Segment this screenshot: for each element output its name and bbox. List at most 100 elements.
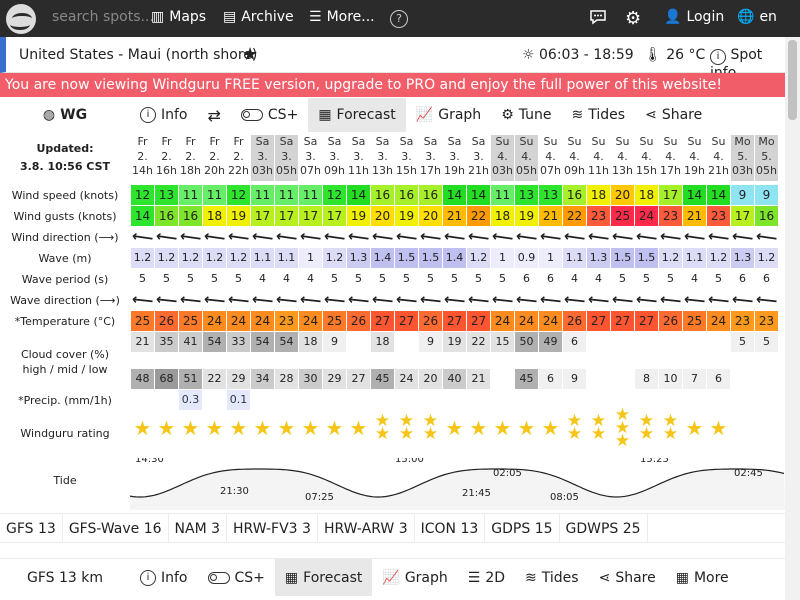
wind-direction-arrow-icon: ⟵ xyxy=(322,226,347,248)
forecast-column-header: Sa 3. 15h xyxy=(396,135,417,177)
cloud-mid-cell: 22 xyxy=(467,332,490,352)
forecast-column-header: Su 4. 07h xyxy=(540,135,561,177)
toggle-icon xyxy=(240,109,263,121)
cloud-mid-cell xyxy=(659,332,682,352)
tab-info[interactable]: i Info xyxy=(130,98,198,132)
model-option[interactable]: NAM 3 xyxy=(169,514,228,542)
wave-height-cell: 1 xyxy=(491,248,514,268)
favorite-star-icon[interactable]: ★ xyxy=(242,44,258,65)
cloud-low-cell: 48 xyxy=(131,369,154,389)
tab2-share[interactable]: ⋖ Share xyxy=(589,559,666,596)
chat-icon[interactable] xyxy=(589,9,607,25)
wind-speed-cell: 14 xyxy=(443,185,466,205)
nav-archive[interactable]: ▤ Archive xyxy=(223,9,294,25)
cloud-low-cell: 29 xyxy=(227,369,250,389)
swap-icon: ⇄ xyxy=(207,105,221,125)
cloud-low-cell: 8 xyxy=(635,369,658,389)
temperature-cell: 27 xyxy=(395,311,418,331)
model-option[interactable]: GFS 13 xyxy=(0,514,63,542)
forecast-tabs: ◍ WG i Info ⇄ CS+ ▦ Forecast 📈 Graph ⚙ T… xyxy=(0,98,785,132)
wave-period-cell: 5 xyxy=(379,272,386,285)
model-option[interactable]: GDPS 15 xyxy=(485,514,560,542)
tab-info-label: Info xyxy=(161,107,188,123)
tab-tune-label: Tune xyxy=(518,107,552,123)
nav-maps[interactable]: ▥ Maps xyxy=(151,9,206,25)
language-selector[interactable]: 🌐 en xyxy=(737,9,777,25)
wave-period-cell: 4 xyxy=(595,272,602,285)
tab2-tides[interactable]: ≋ Tides xyxy=(515,559,589,596)
table-icon: ▦ xyxy=(318,107,332,123)
scrollbar-thumb[interactable] xyxy=(788,40,797,120)
upgrade-banner[interactable]: You are now viewing Windguru FREE versio… xyxy=(0,73,785,97)
precip-cell xyxy=(275,390,298,410)
tab-graph[interactable]: 📈 Graph xyxy=(406,98,491,132)
info-icon: i xyxy=(710,49,726,65)
wind-gusts-cell: 24 xyxy=(635,206,658,226)
forecast-column-header: Su 4. 05h xyxy=(515,135,538,181)
rating-star-icon: ★ xyxy=(374,424,391,444)
spot-header: United States - Maui (north shore) ★ ☼ 0… xyxy=(0,37,785,81)
rating-star-icon: ★ xyxy=(662,424,679,444)
tab-model-name-label: GFS 13 km xyxy=(26,569,103,586)
help-icon[interactable]: ? xyxy=(390,10,408,28)
wave-direction-arrow-icon: ⟵ xyxy=(490,289,515,311)
row-label-wind-speed: Wind speed (knots) xyxy=(11,189,119,202)
rating-star-icon: ★ xyxy=(541,416,560,440)
wg-logo-icon: ◍ xyxy=(42,107,56,123)
tab-swap[interactable]: ⇄ xyxy=(198,98,231,132)
tab-cs-plus[interactable]: CS+ xyxy=(231,98,308,132)
precip-cell xyxy=(755,390,778,410)
tides-icon: ≋ xyxy=(571,107,584,123)
tab2-2d[interactable]: ☰ 2D xyxy=(458,559,515,596)
tab2-more[interactable]: ▦ More xyxy=(666,559,739,596)
rating-star-icon: ★ xyxy=(229,416,248,440)
gear-icon[interactable]: ⚙ xyxy=(625,8,641,29)
tide-time-label: 02:45 xyxy=(734,468,763,479)
tab-tides[interactable]: ≋ Tides xyxy=(562,98,636,132)
wind-direction-arrow-icon: ⟵ xyxy=(610,226,635,248)
forecast-column-header: Mo 5. 03h xyxy=(731,135,754,181)
wind-direction-arrow-icon: ⟵ xyxy=(202,226,227,248)
nav-more[interactable]: ☰ More... xyxy=(309,9,375,25)
model-option[interactable]: GFS-Wave 16 xyxy=(63,514,169,542)
scrollbar[interactable] xyxy=(785,37,800,600)
tab-tune[interactable]: ⚙ Tune xyxy=(491,98,561,132)
tab2-graph[interactable]: 📈 Graph xyxy=(372,559,457,596)
rating-star-icon: ★ xyxy=(422,424,439,444)
wind-gusts-cell: 20 xyxy=(371,206,394,226)
forecast-column-header: Su 4. 17h xyxy=(660,135,681,177)
login-button[interactable]: 👤 Login xyxy=(664,9,724,25)
windguru-logo-icon[interactable] xyxy=(6,4,36,34)
tab-forecast[interactable]: ▦ Forecast xyxy=(308,98,406,132)
model-option[interactable]: HRW-FV3 3 xyxy=(227,514,318,542)
wind-gusts-cell: 16 xyxy=(179,206,202,226)
tab2-info[interactable]: i Info xyxy=(130,559,198,596)
wind-speed-cell: 11 xyxy=(203,185,226,205)
temperature-cell: 27 xyxy=(371,311,394,331)
tab2-forecast[interactable]: ▦ Forecast xyxy=(274,559,373,596)
rating-star-icon: ★ xyxy=(301,416,320,440)
wind-direction-arrow-icon: ⟵ xyxy=(730,226,755,248)
cloud-mid-cell xyxy=(347,332,370,352)
tab-wg[interactable]: ◍ WG xyxy=(0,98,130,132)
cloud-low-cell: 28 xyxy=(275,369,298,389)
wave-period-cell: 4 xyxy=(571,272,578,285)
rating-star-icon: ★ xyxy=(469,416,488,440)
model-option[interactable]: GDWPS 25 xyxy=(560,514,648,542)
model-option[interactable]: ICON 13 xyxy=(415,514,486,542)
search-input[interactable]: search spots... xyxy=(52,9,154,25)
tab-wg-label: WG xyxy=(60,107,88,123)
precip-cell xyxy=(683,390,706,410)
tide-time-label: 15:25 xyxy=(640,458,669,465)
model-option[interactable]: HRW-ARW 3 xyxy=(318,514,415,542)
tune-icon: ⚙ xyxy=(501,107,514,123)
wind-direction-arrow-icon: ⟵ xyxy=(538,226,563,248)
tab-share[interactable]: ⋖ Share xyxy=(635,98,712,132)
tab2-cs-plus[interactable]: CS+ xyxy=(198,559,275,596)
cloud-mid-cell: 18 xyxy=(299,332,322,352)
rating-star-icon: ★ xyxy=(253,416,272,440)
tide-chart: 14:30 21:30 07:25 15:00 21:4502:05 08:05 15:25… xyxy=(130,458,785,510)
wave-height-cell: 1.2 xyxy=(179,248,202,268)
tab-model-name[interactable]: GFS 13 km xyxy=(0,559,130,596)
wave-height-cell: 0.9 xyxy=(515,248,538,268)
